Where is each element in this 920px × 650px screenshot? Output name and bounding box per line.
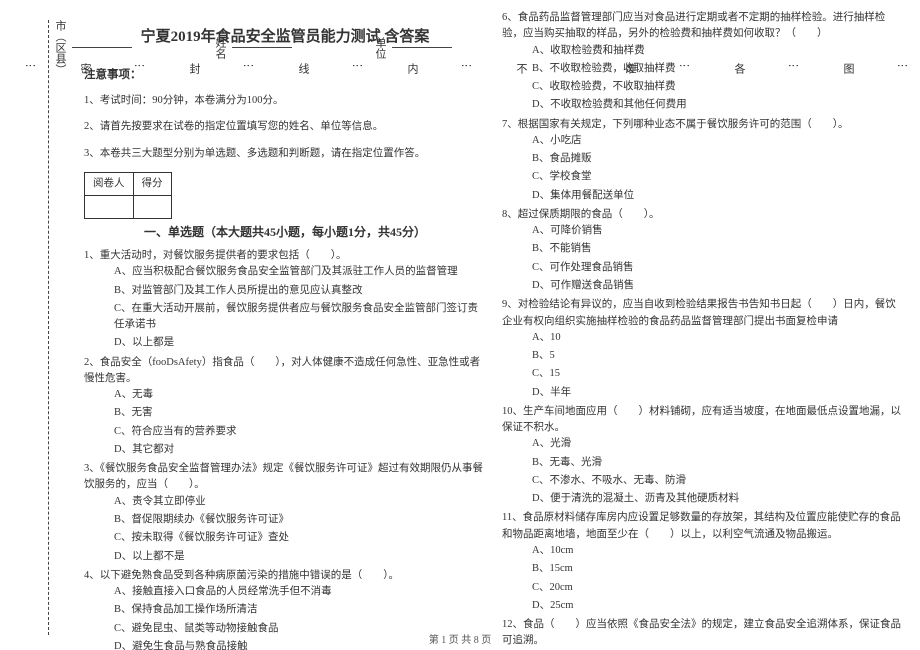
question-option: D、以上都是 [114, 335, 486, 351]
question-option: C、收取检验费，不收取抽样费 [532, 79, 904, 95]
binding-dots: ⋮ [24, 60, 37, 76]
question-option: B、无害 [114, 405, 486, 421]
section-heading: 一、单选题（本大题共45小题，每小题1分，共45分） [144, 223, 486, 242]
question-option: D、便于清洗的混凝土、沥青及其他硬质材料 [532, 491, 904, 507]
binding-char: 内 [404, 63, 420, 74]
binding-dots: ⋮ [569, 60, 582, 76]
question-option: D、25cm [532, 598, 904, 614]
question-option: B、无毒、光滑 [532, 455, 904, 471]
binding-field-unit: 单位 [372, 37, 452, 59]
binding-label: 单位 [372, 37, 388, 59]
question-option: D、不收取检验费和其他任何费用 [532, 97, 904, 113]
question-option: B、对监管部门及其工作人员所提出的意见应认真整改 [114, 283, 486, 299]
question-stem: 6、食品药品监督管理部门应当对食品进行定期或者不定期的抽样检验。进行抽样检验，应… [502, 10, 904, 43]
question-option: C、可作处理食品销售 [532, 260, 904, 276]
score-box-cell [133, 196, 171, 219]
question-option: C、15 [532, 366, 904, 382]
binding-dots: ⋮ [787, 60, 800, 76]
question: 7、根据国家有关规定，下列哪种业态不属于餐饮服务许可的范围（ ）。 A、小吃店 … [502, 117, 904, 204]
question-option: D、半年 [532, 385, 904, 401]
question-option: D、可作赠送食品销售 [532, 278, 904, 294]
notice-item: 3、本卷共三大题型分别为单选题、多选题和判断题，请在指定位置作答。 [84, 146, 486, 162]
binding-fold-line [48, 20, 49, 635]
binding-field-name: 姓名 [212, 37, 292, 59]
page: 单位 姓名 市（区县） ⋮ 图 ⋮ 各 ⋮ 准 ⋮ 不 ⋮ 内 ⋮ 线 ⋮ 封 … [0, 0, 920, 650]
score-box-header: 阅卷人 [85, 172, 134, 195]
binding-dots: ⋮ [678, 60, 691, 76]
question-stem: 9、对检验结论有异议的，应当自收到检验结果报告书告知书日起（ ）日内，餐饮企业有… [502, 297, 904, 330]
question-option: A、10cm [532, 543, 904, 559]
question: 1、重大活动时，对餐饮服务提供者的要求包括（ ）。 A、应当积极配合餐饮服务食品… [84, 248, 486, 352]
binding-dots: ⋮ [133, 60, 146, 76]
score-box: 阅卷人 得分 [84, 172, 172, 220]
column-left: 宁夏2019年食品安全监管员能力测试 含答案 注意事项： 1、考试时间：90分钟… [84, 10, 486, 620]
question-option: D、其它都对 [114, 442, 486, 458]
question-option: C、学校食堂 [532, 169, 904, 185]
question-option: C、符合应当有的营养要求 [114, 424, 486, 440]
question-stem: 10、生产车间地面应用（ ）材料铺砌，应有适当坡度，在地面最低点设置地漏，以保证… [502, 404, 904, 437]
question-option: C、不渗水、不吸水、无毒、防滑 [532, 473, 904, 489]
notice-item: 2、请首先按要求在试卷的指定位置填写您的姓名、单位等信息。 [84, 119, 486, 135]
binding-label: 姓名 [212, 37, 228, 59]
question-option: C、在重大活动开展前，餐饮服务提供者应与餐饮服务食品安全监管部门签订责任承诺书 [114, 301, 486, 334]
binding-dots: ⋮ [351, 60, 364, 76]
question-option: C、按未取得《餐饮服务许可证》查处 [114, 530, 486, 546]
question-option: A、无毒 [114, 387, 486, 403]
question-option: A、应当积极配合餐饮服务食品安全监管部门及其派驻工作人员的监督管理 [114, 264, 486, 280]
question: 11、食品原材料储存库房内应设置足够数量的存放架，其结构及位置应能使贮存的食品和… [502, 510, 904, 614]
question-option: A、收取检验费和抽样费 [532, 43, 904, 59]
question-option: B、保持食品加工操作场所清洁 [114, 602, 486, 618]
question: 10、生产车间地面应用（ ）材料铺砌，应有适当坡度，在地面最低点设置地漏，以保证… [502, 404, 904, 508]
question: 8、超过保质期限的食品（ ）。 A、可降价销售 B、不能销售 C、可作处理食品销… [502, 207, 904, 294]
page-number: 第 1 页 共 8 页 [0, 631, 920, 646]
question-stem: 11、食品原材料储存库房内应设置足够数量的存放架，其结构及位置应能使贮存的食品和… [502, 510, 904, 543]
question-stem: 3、《餐饮服务食品安全监督管理办法》规定《餐饮服务许可证》超过有效期限仍从事餐饮… [84, 461, 486, 494]
question-stem: 1、重大活动时，对餐饮服务提供者的要求包括（ ）。 [84, 248, 486, 264]
question-option: D、以上都不是 [114, 549, 486, 565]
binding-dots: ⋮ [242, 60, 255, 76]
binding-char: 线 [295, 63, 311, 74]
score-box-header: 得分 [133, 172, 171, 195]
question-option: B、5 [532, 348, 904, 364]
binding-seal-col: ⋮ 图 ⋮ 各 ⋮ 准 ⋮ 不 ⋮ 内 ⋮ 线 ⋮ 封 ⋮ 密 ⋮ [24, 60, 909, 76]
binding-char: 不 [513, 63, 529, 74]
question-option: A、责令其立即停业 [114, 494, 486, 510]
question-option: A、光滑 [532, 436, 904, 452]
binding-char: 准 [622, 63, 638, 74]
question-option: B、食品摊贩 [532, 151, 904, 167]
question-option: D、集体用餐配送单位 [532, 188, 904, 204]
column-right: 6、食品药品监督管理部门应当对食品进行定期或者不定期的抽样检验。进行抽样检验，应… [502, 10, 904, 620]
notice-item: 1、考试时间：90分钟，本卷满分为100分。 [84, 93, 486, 109]
binding-char: 各 [731, 63, 747, 74]
question-stem: 4、以下避免熟食品受到各种病原菌污染的措施中错误的是（ ）。 [84, 568, 486, 584]
binding-char: 封 [186, 63, 202, 74]
question-option: A、10 [532, 330, 904, 346]
question-stem: 7、根据国家有关规定，下列哪种业态不属于餐饮服务许可的范围（ ）。 [502, 117, 904, 133]
binding-char: 图 [840, 63, 856, 74]
question: 9、对检验结论有异议的，应当自收到检验结果报告书告知书日起（ ）日内，餐饮企业有… [502, 297, 904, 401]
binding-dots: ⋮ [460, 60, 473, 76]
question-stem: 2、食品安全（fooDsAfety）指食品（ ），对人体健康不造成任何急性、亚急… [84, 355, 486, 388]
question-option: A、小吃店 [532, 133, 904, 149]
question-option: C、20cm [532, 580, 904, 596]
content-columns: 宁夏2019年食品安全监管员能力测试 含答案 注意事项： 1、考试时间：90分钟… [84, 10, 904, 620]
question-option: B、15cm [532, 561, 904, 577]
question: 2、食品安全（fooDsAfety）指食品（ ），对人体健康不造成任何急性、亚急… [84, 355, 486, 459]
question-option: B、督促限期续办《餐饮服务许可证》 [114, 512, 486, 528]
question-option: A、接触直接入口食品的人员经常洗手但不消毒 [114, 584, 486, 600]
question: 3、《餐饮服务食品安全监督管理办法》规定《餐饮服务许可证》超过有效期限仍从事餐饮… [84, 461, 486, 565]
binding-dots: ⋮ [896, 60, 909, 76]
question-option: A、可降价销售 [532, 223, 904, 239]
score-box-cell [85, 196, 134, 219]
binding-strip: 单位 姓名 市（区县） ⋮ 图 ⋮ 各 ⋮ 准 ⋮ 不 ⋮ 内 ⋮ 线 ⋮ 封 … [18, 20, 78, 620]
question-stem: 8、超过保质期限的食品（ ）。 [502, 207, 904, 223]
question-option: B、不能销售 [532, 241, 904, 257]
binding-char: 密 [77, 63, 93, 74]
